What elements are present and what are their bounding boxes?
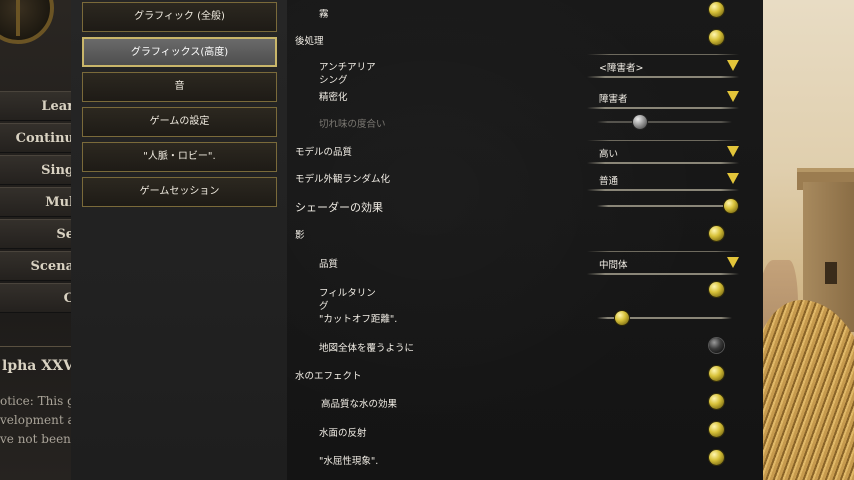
shadow-quality-label: 品質 bbox=[319, 259, 339, 270]
cover-whole-map-label: 地図全体を覆うように bbox=[319, 343, 415, 354]
sharpening-label: 精密化 bbox=[319, 92, 348, 103]
cover-whole-map-toggle[interactable] bbox=[709, 338, 724, 353]
version-label: lpha XXVI bbox=[2, 358, 80, 374]
water-effects-label: 水のエフェクト bbox=[295, 371, 362, 382]
shadow-cutoff-label: "カットオフ距離". bbox=[319, 314, 398, 325]
main-menu-item-scenario: Scena bbox=[0, 251, 80, 281]
background-scenery bbox=[763, 0, 854, 480]
shadow-filtering-label-line: グ bbox=[319, 301, 329, 312]
model-quality-label: モデルの品質 bbox=[295, 147, 353, 158]
dropdown-border bbox=[587, 76, 739, 78]
options-window: グラフィック (全般) グラフィックス(高度) 音 ゲームの設定 "人脈・ロビー… bbox=[71, 0, 763, 480]
shadows-toggle[interactable] bbox=[709, 226, 724, 241]
model-quality-value: 高い bbox=[599, 149, 619, 160]
water-reflections-label: 水面の反射 bbox=[319, 428, 367, 439]
water-refraction-label: "水屈性現象". bbox=[319, 456, 379, 467]
model-variation-label: モデル外観ランダム化 bbox=[295, 174, 391, 185]
chevron-down-icon bbox=[727, 60, 739, 71]
dropdown-border bbox=[587, 273, 739, 275]
high-quality-water-toggle[interactable] bbox=[709, 394, 724, 409]
sharpness-factor-label: 切れ味の度合い bbox=[319, 119, 386, 130]
postprocessing-toggle[interactable] bbox=[709, 30, 724, 45]
shadow-cutoff-slider[interactable] bbox=[597, 311, 732, 325]
model-quality-dropdown[interactable]: 高い bbox=[587, 140, 739, 164]
sharpening-value: 障害者 bbox=[599, 94, 628, 105]
dropdown-border bbox=[587, 140, 739, 141]
antialiasing-label: アンチアリア シング bbox=[319, 61, 376, 87]
dropdown-border bbox=[587, 251, 739, 252]
antialiasing-dropdown[interactable]: <障害者> bbox=[587, 54, 739, 78]
slider-knob[interactable] bbox=[633, 115, 648, 129]
chevron-down-icon bbox=[727, 91, 739, 102]
shadow-filtering-label: フィルタリン グ bbox=[319, 287, 376, 313]
fog-label: 霧 bbox=[319, 9, 329, 20]
options-category-nav: グラフィック (全般) グラフィックス(高度) 音 ゲームの設定 "人脈・ロビー… bbox=[71, 0, 287, 480]
main-menu-item-close: C bbox=[0, 283, 80, 313]
sharpness-factor-slider[interactable] bbox=[597, 115, 732, 129]
shadow-filtering-label-line: フィルタリン bbox=[319, 288, 376, 299]
notice-text: otice: This ga velopment a ve not been bbox=[0, 392, 80, 449]
dropdown-border bbox=[587, 189, 739, 191]
antialiasing-label-line: アンチアリア bbox=[319, 62, 376, 73]
shader-effects-slider[interactable] bbox=[597, 199, 738, 213]
water-reflections-toggle[interactable] bbox=[709, 422, 724, 437]
advanced-graphics-panel: 霧 後処理 アンチアリア シング <障害者> 精密化 障害者 切れ味の度合い モ… bbox=[287, 0, 763, 480]
shadow-filtering-toggle[interactable] bbox=[709, 282, 724, 297]
chevron-down-icon bbox=[727, 146, 739, 157]
nav-game-settings[interactable]: ゲームの設定 bbox=[82, 107, 277, 137]
main-menu-item-settings: Se bbox=[0, 219, 80, 249]
chevron-down-icon bbox=[727, 173, 739, 184]
shader-effects-label: シェーダーの効果 bbox=[295, 201, 383, 214]
chevron-down-icon bbox=[727, 257, 739, 268]
game-emblem-icon bbox=[0, 0, 54, 44]
main-menu-item-multiplayer: Mul bbox=[0, 187, 80, 217]
water-effects-toggle[interactable] bbox=[709, 366, 724, 381]
high-quality-water-label: 高品質な水の効果 bbox=[321, 399, 398, 410]
dropdown-border bbox=[587, 107, 739, 109]
water-refraction-toggle[interactable] bbox=[709, 450, 724, 465]
tower-window bbox=[825, 262, 837, 284]
nav-game-session[interactable]: ゲームセッション bbox=[82, 177, 277, 207]
nav-sound[interactable]: 音 bbox=[82, 72, 277, 102]
shadow-quality-dropdown[interactable]: 中間体 bbox=[587, 251, 739, 275]
postprocessing-label: 後処理 bbox=[295, 36, 324, 47]
antialiasing-value: <障害者> bbox=[599, 63, 644, 74]
sharpening-dropdown[interactable]: 障害者 bbox=[587, 85, 739, 109]
notice-line: otice: This ga bbox=[0, 394, 80, 408]
model-variation-dropdown[interactable]: 普通 bbox=[587, 167, 739, 191]
nav-graphics-general[interactable]: グラフィック (全般) bbox=[82, 2, 277, 32]
nav-graphics-advanced[interactable]: グラフィックス(高度) bbox=[82, 37, 277, 67]
shadow-quality-value: 中間体 bbox=[599, 260, 628, 271]
slider-knob[interactable] bbox=[615, 311, 630, 325]
dropdown-border bbox=[587, 54, 739, 55]
notice-line: velopment a bbox=[0, 413, 75, 427]
main-menu-item-singleplayer: Sing bbox=[0, 155, 80, 185]
slider-knob[interactable] bbox=[724, 199, 738, 213]
main-menu-divider bbox=[0, 346, 80, 347]
nav-lobby[interactable]: "人脈・ロビー". bbox=[82, 142, 277, 172]
slider-track bbox=[597, 205, 738, 207]
notice-line: ve not been bbox=[0, 432, 71, 446]
slider-track bbox=[597, 121, 732, 123]
antialiasing-label-line: シング bbox=[319, 75, 348, 86]
fog-toggle[interactable] bbox=[709, 2, 724, 17]
shadows-label: 影 bbox=[295, 230, 305, 241]
background-main-menu: Lear Continu Sing Mul Se Scena C lpha XX… bbox=[0, 0, 80, 480]
main-menu-item-continue: Continu bbox=[0, 123, 80, 153]
main-menu-item-learn: Lear bbox=[0, 91, 80, 121]
dropdown-border bbox=[587, 162, 739, 164]
hay-bundle bbox=[763, 300, 854, 480]
model-variation-value: 普通 bbox=[599, 176, 619, 187]
